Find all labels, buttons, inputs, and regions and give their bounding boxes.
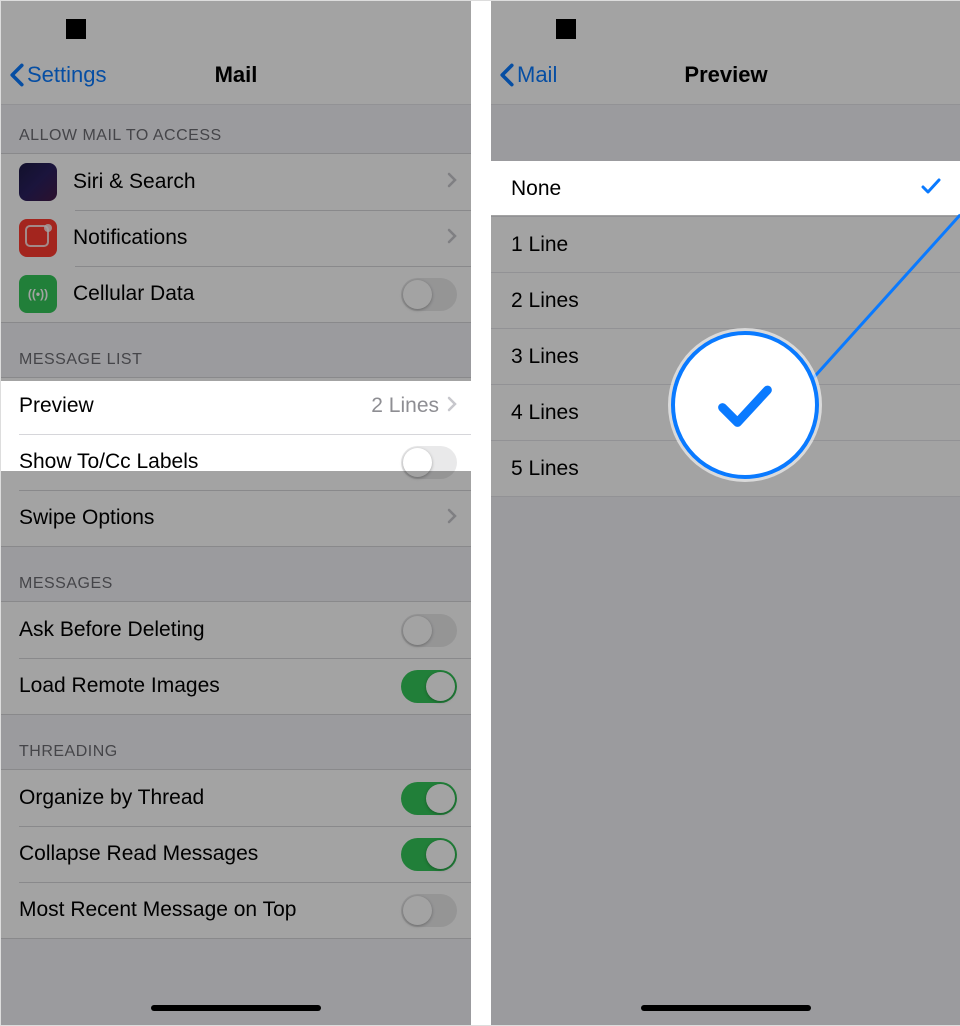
section-header-msglist: MESSAGE LIST xyxy=(1,323,471,377)
option-label: 5 Lines xyxy=(511,457,579,481)
row-notifications[interactable]: Notifications xyxy=(1,210,471,266)
page-title: Preview xyxy=(491,62,960,88)
row-load-images[interactable]: Load Remote Images xyxy=(1,658,471,714)
nav-bar: Mail Preview xyxy=(491,46,960,105)
section-header-threading: THREADING xyxy=(1,715,471,769)
option-none[interactable]: None xyxy=(491,161,960,217)
row-label: Notifications xyxy=(73,226,187,250)
section-gap xyxy=(491,105,960,161)
row-swipe[interactable]: Swipe Options xyxy=(1,490,471,546)
most-recent-toggle[interactable] xyxy=(401,894,457,927)
cellular-icon: ((•)) xyxy=(19,275,57,313)
row-label: Swipe Options xyxy=(19,506,154,530)
option-2lines[interactable]: 2 Lines xyxy=(491,273,960,329)
row-label: Show To/Cc Labels xyxy=(19,450,198,474)
checkmark-icon xyxy=(921,177,941,201)
section-header-messages: MESSAGES xyxy=(1,547,471,601)
screenshot-mail-settings: Settings Mail ALLOW MAIL TO ACCESS Siri … xyxy=(1,1,471,1025)
row-value: 2 Lines xyxy=(371,394,439,418)
group-messages: Ask Before Deleting Load Remote Images xyxy=(1,601,471,715)
group-message-list: Preview 2 Lines Show To/Cc Labels Swipe … xyxy=(1,377,471,547)
nav-bar: Settings Mail xyxy=(1,46,471,105)
row-preview[interactable]: Preview 2 Lines xyxy=(1,378,471,434)
option-1line[interactable]: 1 Line xyxy=(491,217,960,273)
option-label: 3 Lines xyxy=(511,345,579,369)
row-most-recent-top[interactable]: Most Recent Message on Top xyxy=(1,882,471,938)
section-header-access: ALLOW MAIL TO ACCESS xyxy=(1,105,471,153)
chevron-right-icon xyxy=(447,228,457,249)
checkmark-icon xyxy=(715,380,775,430)
row-tocc[interactable]: Show To/Cc Labels xyxy=(1,434,471,490)
row-label: Collapse Read Messages xyxy=(19,842,258,866)
tocc-toggle[interactable] xyxy=(401,446,457,479)
row-label: Most Recent Message on Top xyxy=(19,898,296,922)
option-label: 1 Line xyxy=(511,233,568,257)
row-label: Organize by Thread xyxy=(19,786,204,810)
row-label: Preview xyxy=(19,394,94,418)
status-bar xyxy=(1,1,471,46)
option-label: 2 Lines xyxy=(511,289,579,313)
cellular-toggle[interactable] xyxy=(401,278,457,311)
chevron-right-icon xyxy=(447,508,457,529)
status-icon xyxy=(556,19,576,39)
row-cellular-data[interactable]: ((•)) Cellular Data xyxy=(1,266,471,322)
row-ask-delete[interactable]: Ask Before Deleting xyxy=(1,602,471,658)
load-images-toggle[interactable] xyxy=(401,670,457,703)
home-indicator[interactable] xyxy=(641,1005,811,1011)
row-collapse-read[interactable]: Collapse Read Messages xyxy=(1,826,471,882)
status-icon xyxy=(66,19,86,39)
home-indicator[interactable] xyxy=(151,1005,321,1011)
row-label: Load Remote Images xyxy=(19,674,220,698)
group-access: Siri & Search Notifications ((•)) Cellul… xyxy=(1,153,471,323)
screenshot-divider xyxy=(471,1,491,1025)
row-label: Ask Before Deleting xyxy=(19,618,205,642)
group-threading: Organize by Thread Collapse Read Message… xyxy=(1,769,471,939)
annotation-circle xyxy=(671,331,819,479)
ask-delete-toggle[interactable] xyxy=(401,614,457,647)
row-label: Cellular Data xyxy=(73,282,194,306)
chevron-right-icon xyxy=(447,172,457,193)
organize-toggle[interactable] xyxy=(401,782,457,815)
notifications-icon xyxy=(19,219,57,257)
chevron-right-icon xyxy=(447,396,457,417)
status-bar xyxy=(491,1,960,46)
row-organize-thread[interactable]: Organize by Thread xyxy=(1,770,471,826)
row-siri[interactable]: Siri & Search xyxy=(1,154,471,210)
row-label: Siri & Search xyxy=(73,170,196,194)
collapse-toggle[interactable] xyxy=(401,838,457,871)
screenshot-preview-settings: Mail Preview None 1 Line 2 Lines 3 Lines… xyxy=(491,1,960,1025)
siri-icon xyxy=(19,163,57,201)
page-title: Mail xyxy=(1,62,471,88)
option-label: 4 Lines xyxy=(511,401,579,425)
option-label: None xyxy=(511,177,561,201)
